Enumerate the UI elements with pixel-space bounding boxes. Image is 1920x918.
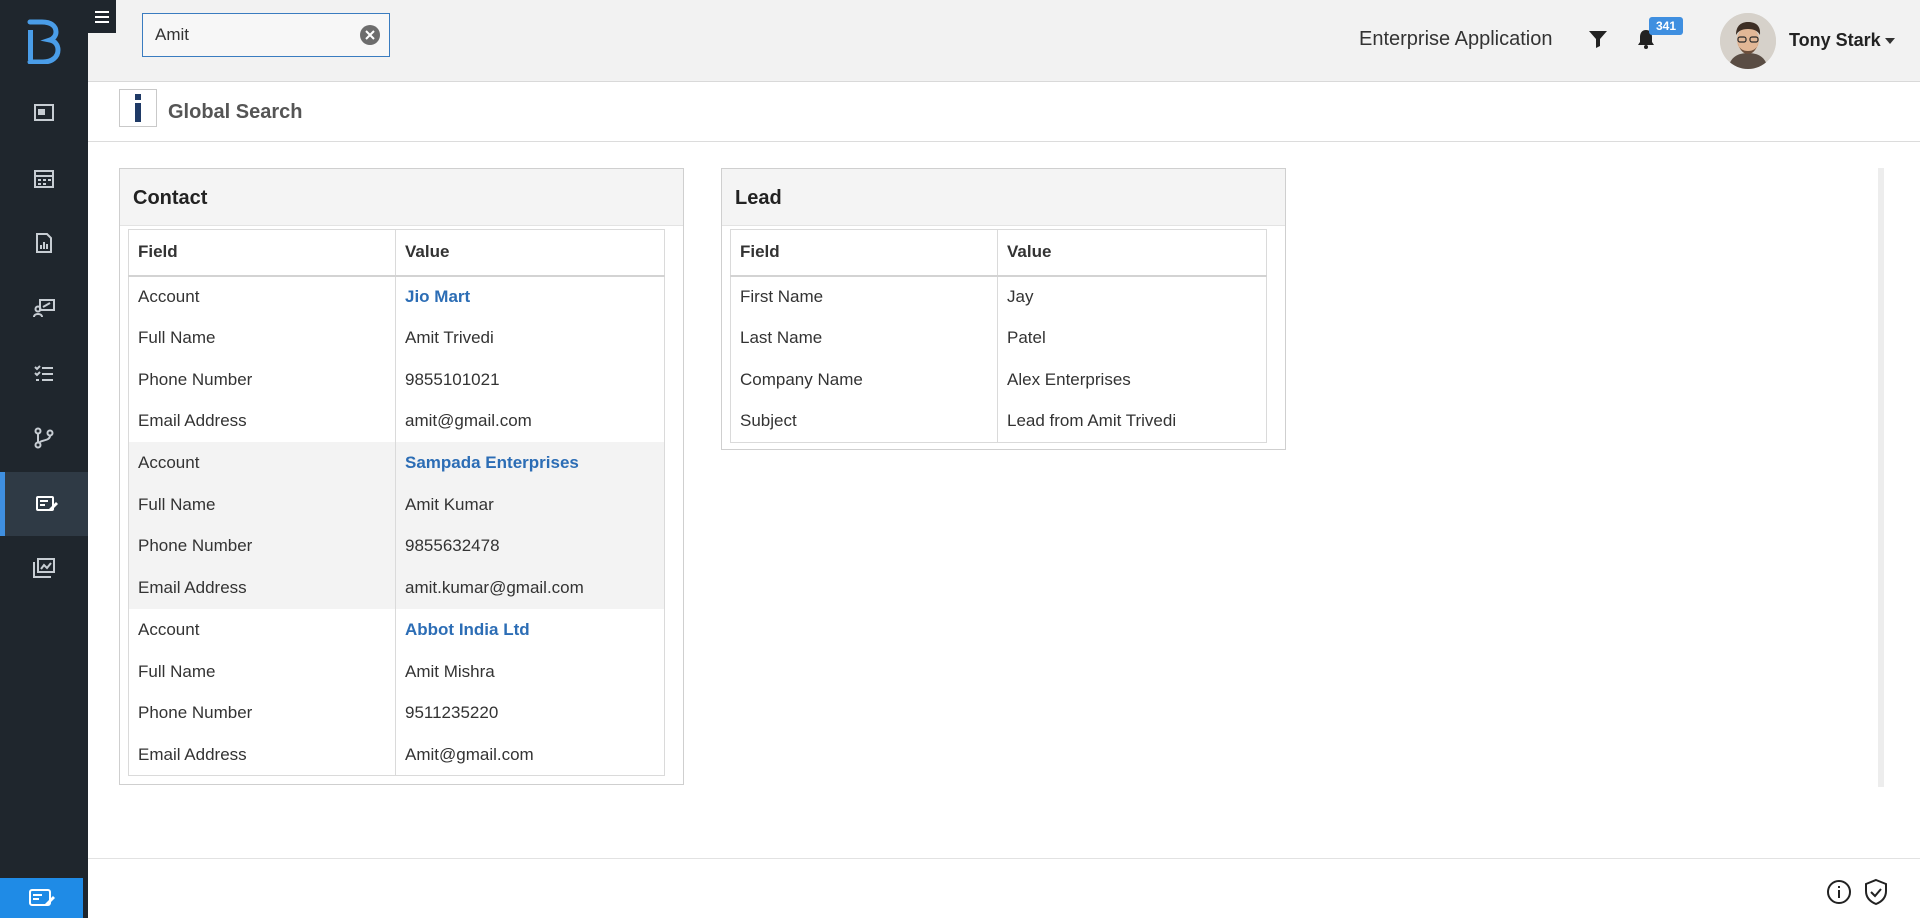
field-cell: Full Name bbox=[128, 317, 396, 359]
value-cell: Amit Kumar bbox=[395, 483, 665, 526]
field-cell: Subject bbox=[730, 400, 998, 443]
value-cell: amit.kumar@gmail.com bbox=[395, 567, 665, 609]
app-title: Enterprise Application bbox=[1359, 28, 1553, 50]
table-row: Account Abbot India Ltd bbox=[128, 609, 665, 651]
value-cell: 9855101021 bbox=[405, 369, 500, 389]
dashboard-icon bbox=[34, 104, 54, 121]
field-cell: Last Name bbox=[730, 317, 998, 359]
app-logo[interactable] bbox=[22, 16, 66, 65]
field-cell: Phone Number bbox=[128, 692, 396, 735]
table-row: Full Name Amit Mishra bbox=[128, 650, 665, 693]
table-row: Company Name Alex Enterprises bbox=[730, 358, 1267, 401]
calendar-icon bbox=[34, 170, 54, 188]
table-row: Last Name Patel bbox=[730, 317, 1267, 359]
column-header-field: Field bbox=[128, 229, 396, 277]
field-cell: Email Address bbox=[128, 734, 396, 776]
global-search-box bbox=[142, 13, 390, 57]
sidebar-item-calendar[interactable] bbox=[0, 146, 88, 210]
page-title: Global Search bbox=[168, 101, 303, 123]
field-cell: Email Address bbox=[128, 567, 396, 609]
notification-count-badge[interactable]: 341 bbox=[1649, 17, 1683, 35]
table-row: Account Jio Mart bbox=[128, 275, 665, 318]
sidebar bbox=[0, 0, 88, 918]
table-header-row: Field Value bbox=[128, 229, 665, 277]
info-icon[interactable] bbox=[1826, 879, 1852, 905]
vertical-scrollbar[interactable] bbox=[1878, 168, 1884, 787]
card-edit-icon bbox=[28, 889, 55, 906]
sidebar-item-workflow[interactable] bbox=[0, 406, 88, 470]
table-row: Full Name Amit Kumar bbox=[128, 483, 665, 526]
column-header-value: Value bbox=[997, 229, 1267, 277]
value-cell: Alex Enterprises bbox=[1007, 369, 1131, 389]
contact-results-table: Field Value Account Jio Mart Full Name Ami… bbox=[128, 229, 665, 777]
sidebar-item-reports[interactable] bbox=[0, 211, 88, 275]
quick-action-button[interactable] bbox=[0, 878, 83, 918]
account-link[interactable]: Sampada Enterprises bbox=[395, 442, 665, 484]
sidebar-item-dashboard[interactable] bbox=[0, 81, 88, 145]
table-row: First Name Jay bbox=[730, 275, 1267, 318]
report-icon bbox=[36, 233, 52, 253]
menu-toggle-button[interactable] bbox=[88, 0, 116, 33]
branch-icon bbox=[34, 427, 54, 449]
hamburger-icon bbox=[95, 10, 109, 23]
user-avatar[interactable] bbox=[1720, 13, 1776, 69]
field-cell: Account bbox=[128, 275, 396, 318]
shield-check-icon[interactable] bbox=[1863, 878, 1889, 906]
value-cell: amit@gmail.com bbox=[405, 411, 532, 431]
table-row: Phone Number 9511235220 bbox=[128, 692, 665, 735]
value-cell: Amit Mishra bbox=[405, 661, 495, 681]
clear-search-icon[interactable] bbox=[359, 24, 381, 46]
lead-results-table: Field Value First Name Jay Last Name Patel… bbox=[730, 229, 1267, 443]
table-row: Email Address amit.kumar@gmail.com bbox=[128, 567, 665, 609]
value-cell: Jay bbox=[1007, 286, 1034, 306]
contact-panel-title: Contact bbox=[120, 169, 683, 226]
board-icon bbox=[33, 558, 55, 578]
chevron-down-icon[interactable] bbox=[1885, 37, 1895, 45]
checklist-icon bbox=[34, 365, 53, 381]
page-info-icon bbox=[119, 89, 157, 127]
contact-results-panel: Contact Field Value Account Jio Mart Full… bbox=[119, 168, 684, 785]
column-header-value: Value bbox=[395, 229, 665, 277]
value-cell: Amit Trivedi bbox=[405, 328, 494, 348]
sidebar-item-board[interactable] bbox=[0, 536, 88, 600]
user-name[interactable]: Tony Stark bbox=[1789, 30, 1881, 51]
sidebar-item-tasks[interactable] bbox=[0, 341, 88, 405]
field-cell: Account bbox=[128, 442, 396, 484]
table-row: Subject Lead from Amit Trivedi bbox=[730, 400, 1267, 443]
column-header-field: Field bbox=[730, 229, 998, 277]
field-cell: Full Name bbox=[128, 650, 396, 693]
field-cell: Phone Number bbox=[128, 525, 396, 568]
value-cell: 9511235220 bbox=[405, 703, 499, 723]
filter-icon[interactable] bbox=[1588, 29, 1608, 49]
top-bar: Enterprise Application 341 Tony Stark bbox=[88, 0, 1920, 82]
account-link[interactable]: Abbot India Ltd bbox=[396, 609, 665, 651]
table-row: Full Name Amit Trivedi bbox=[128, 317, 665, 359]
field-cell: First Name bbox=[730, 275, 998, 318]
table-header-row: Field Value bbox=[730, 229, 1267, 277]
account-link[interactable]: Jio Mart bbox=[396, 276, 665, 318]
table-row: Phone Number 9855101021 bbox=[128, 358, 665, 401]
field-cell: Full Name bbox=[128, 483, 396, 526]
table-row: Email Address amit@gmail.com bbox=[128, 400, 665, 443]
value-cell: Amit@gmail.com bbox=[405, 744, 534, 764]
page-header: Global Search bbox=[88, 83, 1920, 142]
sidebar-item-global-search[interactable] bbox=[0, 472, 88, 536]
field-cell: Company Name bbox=[730, 358, 998, 401]
global-search-input[interactable] bbox=[155, 23, 345, 47]
field-cell: Phone Number bbox=[128, 358, 396, 401]
field-cell: Email Address bbox=[128, 400, 396, 443]
lead-panel-title: Lead bbox=[722, 169, 1285, 226]
table-row: Email Address Amit@gmail.com bbox=[128, 734, 665, 776]
value-cell: Lead from Amit Trivedi bbox=[1007, 411, 1177, 431]
edit-form-icon bbox=[35, 496, 58, 511]
value-cell: 9855632478 bbox=[395, 525, 665, 568]
field-cell: Account bbox=[128, 609, 396, 651]
presentation-icon bbox=[33, 299, 55, 318]
sidebar-item-presentation[interactable] bbox=[0, 276, 88, 340]
table-row: Account Sampada Enterprises bbox=[128, 442, 665, 484]
table-row: Phone Number 9855632478 bbox=[128, 525, 665, 568]
footer bbox=[88, 858, 1920, 918]
value-cell: Patel bbox=[1007, 328, 1046, 348]
lead-results-panel: Lead Field Value First Name Jay Last Name… bbox=[721, 168, 1286, 450]
